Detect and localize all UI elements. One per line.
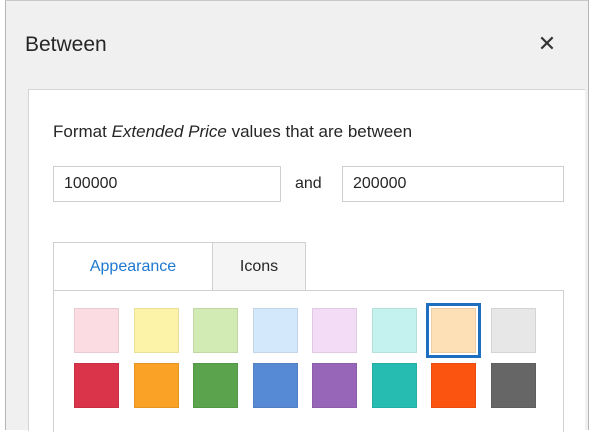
caption-suffix: values that are between	[226, 122, 413, 141]
close-icon: ✕	[537, 31, 557, 56]
from-value-input[interactable]	[53, 166, 281, 202]
color-swatch[interactable]	[252, 363, 298, 408]
caption-prefix: Format	[53, 122, 112, 141]
color-swatch[interactable]	[74, 363, 119, 408]
dialog-title: Between	[25, 33, 107, 56]
dialog-content: Format Extended Price values that are be…	[28, 89, 585, 432]
dialog-titlebar: Between ✕	[6, 1, 588, 89]
rule-caption: Format Extended Price values that are be…	[53, 122, 412, 142]
color-swatch[interactable]	[193, 308, 238, 353]
color-swatch[interactable]	[74, 308, 119, 353]
close-button[interactable]: ✕	[534, 31, 560, 57]
color-swatch[interactable]	[371, 308, 417, 353]
color-swatch[interactable]	[431, 363, 476, 408]
to-value-input[interactable]	[342, 166, 564, 202]
color-swatch[interactable]	[426, 303, 481, 358]
color-swatch[interactable]	[312, 308, 357, 353]
color-swatch[interactable]	[371, 363, 417, 408]
between-dialog: Between ✕ Format Extended Price values t…	[5, 0, 589, 432]
color-swatch[interactable]	[133, 363, 179, 408]
tab-appearance[interactable]: Appearance	[53, 242, 213, 290]
color-swatch[interactable]	[133, 308, 179, 353]
appearance-panel	[53, 290, 564, 432]
color-swatch[interactable]	[312, 363, 357, 408]
tab-icons[interactable]: Icons	[213, 242, 306, 290]
color-swatch[interactable]	[193, 363, 238, 408]
color-swatch[interactable]	[490, 363, 536, 408]
caption-field: Extended Price	[111, 122, 227, 141]
color-swatch[interactable]	[490, 308, 536, 353]
color-swatch[interactable]	[252, 308, 298, 353]
and-label: and	[295, 175, 322, 192]
